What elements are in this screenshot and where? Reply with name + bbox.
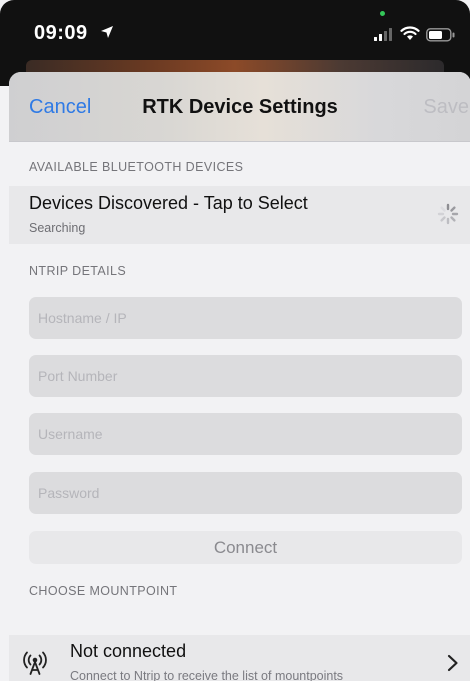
signal-icon <box>374 28 392 41</box>
mountpoint-row-subtitle: Connect to Ntrip to receive the list of … <box>70 669 344 681</box>
section-header-mountpoint: CHOOSE MOUNTPOINT <box>29 584 178 598</box>
section-header-bluetooth: AVAILABLE BLUETOOTH DEVICES <box>29 160 244 174</box>
antenna-icon <box>23 651 47 675</box>
mic-indicator-dot <box>380 11 385 16</box>
hostname-input[interactable] <box>29 297 462 339</box>
bluetooth-devices-row[interactable]: Devices Discovered - Tap to Select Searc… <box>9 186 470 244</box>
navigation-bar: Cancel RTK Device Settings Save <box>9 72 470 142</box>
password-input[interactable] <box>29 472 462 514</box>
bluetooth-row-title: Devices Discovered - Tap to Select <box>29 193 308 213</box>
save-button[interactable]: Save <box>423 96 469 119</box>
section-header-ntrip: NTRIP DETAILS <box>29 264 127 278</box>
port-number-input[interactable] <box>29 355 462 397</box>
status-time: 09:09 <box>34 22 88 44</box>
settings-sheet: Cancel RTK Device Settings Save AVAILABL… <box>9 72 470 681</box>
screen: 09:09 Cancel RTK Device Settings Save AV… <box>0 0 470 681</box>
location-arrow-icon <box>101 26 113 38</box>
wifi-icon <box>400 26 420 40</box>
connect-button[interactable]: Connect <box>29 531 462 564</box>
chevron-right-icon <box>447 654 458 672</box>
mountpoint-row-title: Not connected <box>70 641 187 661</box>
bluetooth-row-status: Searching <box>29 221 86 235</box>
mountpoint-row[interactable]: Not connected Connect to Ntrip to receiv… <box>9 635 470 681</box>
page-title: RTK Device Settings <box>142 96 338 118</box>
username-input[interactable] <box>29 413 462 455</box>
battery-icon <box>426 28 455 42</box>
spinner-icon <box>437 203 459 225</box>
